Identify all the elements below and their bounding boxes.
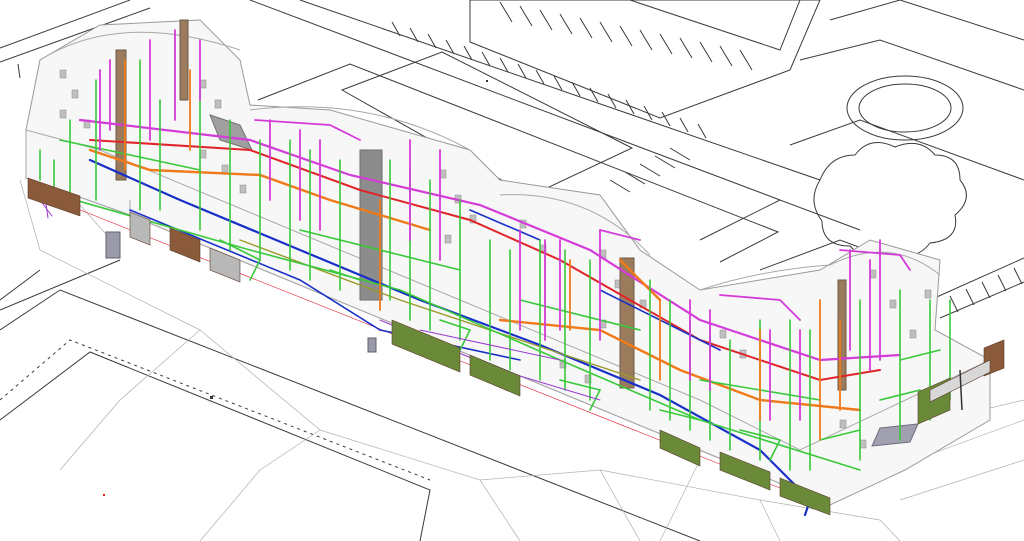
isometric-model-canvas[interactable]: [0, 0, 1024, 541]
site-marker: [103, 494, 105, 496]
site-marker: [210, 396, 213, 399]
plant-unit: [105, 231, 121, 259]
site-marker: [486, 80, 488, 82]
plant-unit: [367, 337, 377, 353]
riser-duct: [179, 19, 189, 101]
bim-mep-3d-view[interactable]: [0, 0, 1024, 541]
